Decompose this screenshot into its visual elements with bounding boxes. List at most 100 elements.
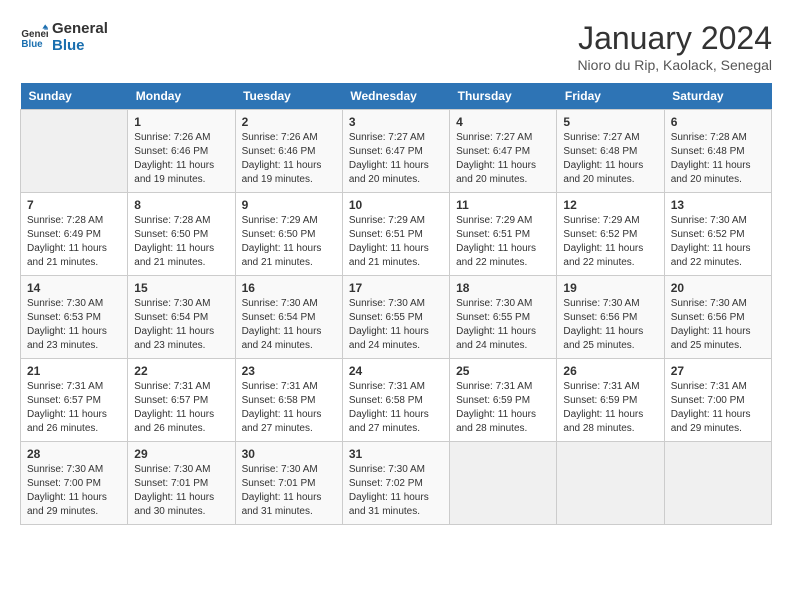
calendar-cell: 18 Sunrise: 7:30 AM Sunset: 6:55 PM Dayli… bbox=[450, 276, 557, 359]
day-info: Sunrise: 7:31 AM Sunset: 6:57 PM Dayligh… bbox=[27, 380, 121, 436]
day-info: Sunrise: 7:30 AM Sunset: 6:55 PM Dayligh… bbox=[349, 297, 443, 353]
weekday-header-monday: Monday bbox=[128, 83, 235, 110]
day-info: Sunrise: 7:30 AM Sunset: 7:01 PM Dayligh… bbox=[242, 463, 336, 519]
calendar-week-row: 28Sunrise: 7:30 AM Sunset: 7:00 PM Dayli… bbox=[21, 442, 772, 525]
day-info: Sunrise: 7:31 AM Sunset: 6:58 PM Dayligh… bbox=[242, 380, 336, 436]
day-number: 17 bbox=[349, 281, 443, 295]
day-info: Sunrise: 7:31 AM Sunset: 6:59 PM Dayligh… bbox=[563, 380, 657, 436]
calendar-cell: 28Sunrise: 7:30 AM Sunset: 7:00 PM Dayli… bbox=[21, 442, 128, 525]
calendar-cell bbox=[21, 110, 128, 193]
day-number: 25 bbox=[456, 364, 550, 378]
day-number: 26 bbox=[563, 364, 657, 378]
day-info: Sunrise: 7:30 AM Sunset: 7:02 PM Dayligh… bbox=[349, 463, 443, 519]
calendar-cell: 30 Sunrise: 7:30 AM Sunset: 7:01 PM Dayli… bbox=[235, 442, 342, 525]
calendar-cell: 25 Sunrise: 7:31 AM Sunset: 6:59 PM Dayli… bbox=[450, 359, 557, 442]
calendar-cell: 5Sunrise: 7:27 AM Sunset: 6:48 PM Daylig… bbox=[557, 110, 664, 193]
calendar-cell: 17 Sunrise: 7:30 AM Sunset: 6:55 PM Dayli… bbox=[342, 276, 449, 359]
day-info: Sunrise: 7:30 AM Sunset: 7:01 PM Dayligh… bbox=[134, 463, 228, 519]
day-number: 18 bbox=[456, 281, 550, 295]
weekday-header-friday: Friday bbox=[557, 83, 664, 110]
day-info: Sunrise: 7:30 AM Sunset: 6:52 PM Dayligh… bbox=[671, 214, 765, 270]
calendar-cell: 13 Sunrise: 7:30 AM Sunset: 6:52 PM Dayli… bbox=[664, 193, 771, 276]
day-info: Sunrise: 7:28 AM Sunset: 6:48 PM Dayligh… bbox=[671, 131, 765, 187]
weekday-header-wednesday: Wednesday bbox=[342, 83, 449, 110]
day-info: Sunrise: 7:30 AM Sunset: 6:54 PM Dayligh… bbox=[242, 297, 336, 353]
day-number: 6 bbox=[671, 115, 765, 129]
calendar-cell: 16 Sunrise: 7:30 AM Sunset: 6:54 PM Dayli… bbox=[235, 276, 342, 359]
day-info: Sunrise: 7:30 AM Sunset: 6:53 PM Dayligh… bbox=[27, 297, 121, 353]
calendar-cell: 12 Sunrise: 7:29 AM Sunset: 6:52 PM Dayli… bbox=[557, 193, 664, 276]
day-info: Sunrise: 7:30 AM Sunset: 6:55 PM Dayligh… bbox=[456, 297, 550, 353]
day-info: Sunrise: 7:28 AM Sunset: 6:50 PM Dayligh… bbox=[134, 214, 228, 270]
day-number: 15 bbox=[134, 281, 228, 295]
calendar-cell: 11 Sunrise: 7:29 AM Sunset: 6:51 PM Dayli… bbox=[450, 193, 557, 276]
day-info: Sunrise: 7:29 AM Sunset: 6:52 PM Dayligh… bbox=[563, 214, 657, 270]
calendar-cell: 7 Sunrise: 7:28 AM Sunset: 6:49 PM Daylig… bbox=[21, 193, 128, 276]
day-number: 16 bbox=[242, 281, 336, 295]
svg-text:Blue: Blue bbox=[21, 39, 43, 50]
logo: General Blue General Blue bbox=[20, 20, 108, 54]
location: Nioro du Rip, Kaolack, Senegal bbox=[577, 57, 772, 73]
calendar-cell bbox=[450, 442, 557, 525]
day-info: Sunrise: 7:27 AM Sunset: 6:47 PM Dayligh… bbox=[456, 131, 550, 187]
month-title: January 2024 bbox=[577, 20, 772, 57]
calendar-week-row: 21Sunrise: 7:31 AM Sunset: 6:57 PM Dayli… bbox=[21, 359, 772, 442]
weekday-header-tuesday: Tuesday bbox=[235, 83, 342, 110]
calendar-cell: 29 Sunrise: 7:30 AM Sunset: 7:01 PM Dayli… bbox=[128, 442, 235, 525]
day-info: Sunrise: 7:27 AM Sunset: 6:47 PM Dayligh… bbox=[349, 131, 443, 187]
day-number: 10 bbox=[349, 198, 443, 212]
day-number: 27 bbox=[671, 364, 765, 378]
calendar-cell: 9 Sunrise: 7:29 AM Sunset: 6:50 PM Daylig… bbox=[235, 193, 342, 276]
day-info: Sunrise: 7:31 AM Sunset: 6:59 PM Dayligh… bbox=[456, 380, 550, 436]
calendar-cell: 14 Sunrise: 7:30 AM Sunset: 6:53 PM Dayli… bbox=[21, 276, 128, 359]
day-info: Sunrise: 7:31 AM Sunset: 6:58 PM Dayligh… bbox=[349, 380, 443, 436]
day-number: 8 bbox=[134, 198, 228, 212]
weekday-header-thursday: Thursday bbox=[450, 83, 557, 110]
day-info: Sunrise: 7:26 AM Sunset: 6:46 PM Dayligh… bbox=[134, 131, 228, 187]
logo-general: General bbox=[52, 20, 108, 37]
logo-blue: Blue bbox=[52, 37, 108, 54]
calendar-cell bbox=[664, 442, 771, 525]
day-info: Sunrise: 7:30 AM Sunset: 6:56 PM Dayligh… bbox=[671, 297, 765, 353]
calendar-cell: 27 Sunrise: 7:31 AM Sunset: 7:00 PM Dayli… bbox=[664, 359, 771, 442]
day-info: Sunrise: 7:29 AM Sunset: 6:51 PM Dayligh… bbox=[456, 214, 550, 270]
day-number: 2 bbox=[242, 115, 336, 129]
day-number: 28 bbox=[27, 447, 121, 461]
calendar-cell: 6 Sunrise: 7:28 AM Sunset: 6:48 PM Daylig… bbox=[664, 110, 771, 193]
day-number: 12 bbox=[563, 198, 657, 212]
calendar-cell: 10 Sunrise: 7:29 AM Sunset: 6:51 PM Dayli… bbox=[342, 193, 449, 276]
day-info: Sunrise: 7:28 AM Sunset: 6:49 PM Dayligh… bbox=[27, 214, 121, 270]
calendar-cell: 21Sunrise: 7:31 AM Sunset: 6:57 PM Dayli… bbox=[21, 359, 128, 442]
day-info: Sunrise: 7:31 AM Sunset: 7:00 PM Dayligh… bbox=[671, 380, 765, 436]
calendar-cell: 26 Sunrise: 7:31 AM Sunset: 6:59 PM Dayli… bbox=[557, 359, 664, 442]
day-number: 29 bbox=[134, 447, 228, 461]
calendar-cell: 20 Sunrise: 7:30 AM Sunset: 6:56 PM Dayli… bbox=[664, 276, 771, 359]
day-info: Sunrise: 7:29 AM Sunset: 6:50 PM Dayligh… bbox=[242, 214, 336, 270]
day-info: Sunrise: 7:27 AM Sunset: 6:48 PM Dayligh… bbox=[563, 131, 657, 187]
day-number: 31 bbox=[349, 447, 443, 461]
calendar-cell: 3 Sunrise: 7:27 AM Sunset: 6:47 PM Daylig… bbox=[342, 110, 449, 193]
day-info: Sunrise: 7:26 AM Sunset: 6:46 PM Dayligh… bbox=[242, 131, 336, 187]
title-block: January 2024 Nioro du Rip, Kaolack, Sene… bbox=[577, 20, 772, 73]
calendar-cell bbox=[557, 442, 664, 525]
day-number: 11 bbox=[456, 198, 550, 212]
day-number: 7 bbox=[27, 198, 121, 212]
day-number: 20 bbox=[671, 281, 765, 295]
calendar-cell: 24 Sunrise: 7:31 AM Sunset: 6:58 PM Dayli… bbox=[342, 359, 449, 442]
day-number: 30 bbox=[242, 447, 336, 461]
day-number: 9 bbox=[242, 198, 336, 212]
day-number: 13 bbox=[671, 198, 765, 212]
calendar-cell: 31 Sunrise: 7:30 AM Sunset: 7:02 PM Dayli… bbox=[342, 442, 449, 525]
calendar-cell: 1Sunrise: 7:26 AM Sunset: 6:46 PM Daylig… bbox=[128, 110, 235, 193]
day-info: Sunrise: 7:29 AM Sunset: 6:51 PM Dayligh… bbox=[349, 214, 443, 270]
day-number: 14 bbox=[27, 281, 121, 295]
calendar-cell: 19Sunrise: 7:30 AM Sunset: 6:56 PM Dayli… bbox=[557, 276, 664, 359]
day-number: 24 bbox=[349, 364, 443, 378]
page-header: General Blue General Blue January 2024 N… bbox=[20, 20, 772, 73]
day-number: 22 bbox=[134, 364, 228, 378]
day-number: 23 bbox=[242, 364, 336, 378]
day-number: 3 bbox=[349, 115, 443, 129]
calendar-cell: 22Sunrise: 7:31 AM Sunset: 6:57 PM Dayli… bbox=[128, 359, 235, 442]
day-number: 4 bbox=[456, 115, 550, 129]
calendar-cell: 15Sunrise: 7:30 AM Sunset: 6:54 PM Dayli… bbox=[128, 276, 235, 359]
